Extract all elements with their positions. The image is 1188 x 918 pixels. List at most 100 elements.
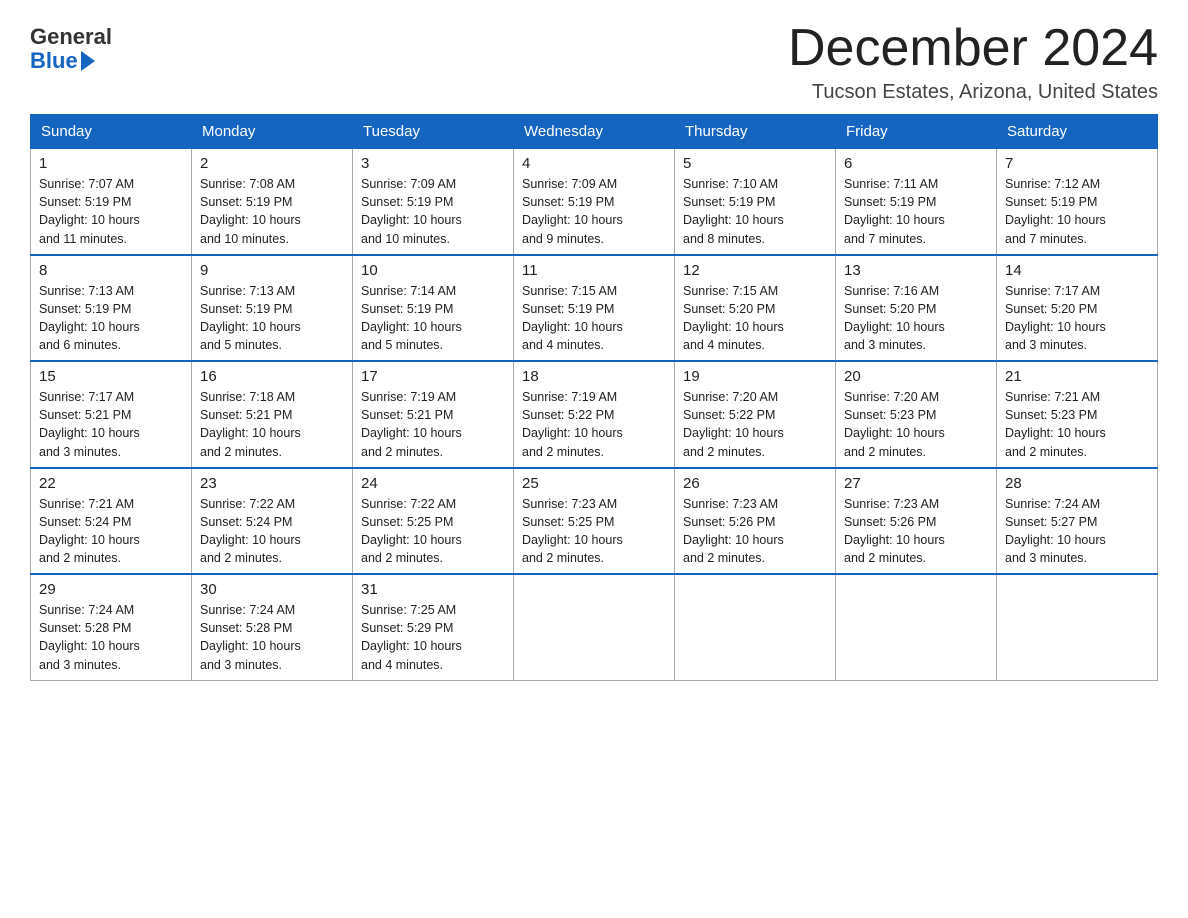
day-number: 10 (361, 262, 505, 279)
day-info: Sunrise: 7:23 AM Sunset: 5:26 PM Dayligh… (844, 495, 988, 568)
calendar-cell: 31 Sunrise: 7:25 AM Sunset: 5:29 PM Dayli… (353, 574, 514, 680)
day-number: 5 (683, 155, 827, 172)
calendar-week-row: 29 Sunrise: 7:24 AM Sunset: 5:28 PM Dayli… (31, 574, 1158, 680)
location-subtitle: Tucson Estates, Arizona, United States (788, 81, 1158, 104)
day-info: Sunrise: 7:22 AM Sunset: 5:25 PM Dayligh… (361, 495, 505, 568)
day-info: Sunrise: 7:13 AM Sunset: 5:19 PM Dayligh… (200, 282, 344, 355)
title-area: December 2024 Tucson Estates, Arizona, U… (788, 20, 1158, 104)
day-number: 1 (39, 155, 183, 172)
day-number: 23 (200, 475, 344, 492)
day-number: 22 (39, 475, 183, 492)
calendar-cell: 26 Sunrise: 7:23 AM Sunset: 5:26 PM Dayli… (675, 468, 836, 575)
weekday-header-tuesday: Tuesday (353, 115, 514, 149)
calendar-cell: 23 Sunrise: 7:22 AM Sunset: 5:24 PM Dayli… (192, 468, 353, 575)
weekday-header-monday: Monday (192, 115, 353, 149)
day-info: Sunrise: 7:23 AM Sunset: 5:25 PM Dayligh… (522, 495, 666, 568)
day-info: Sunrise: 7:21 AM Sunset: 5:23 PM Dayligh… (1005, 388, 1149, 461)
day-number: 28 (1005, 475, 1149, 492)
weekday-header-friday: Friday (836, 115, 997, 149)
day-info: Sunrise: 7:21 AM Sunset: 5:24 PM Dayligh… (39, 495, 183, 568)
calendar-week-row: 1 Sunrise: 7:07 AM Sunset: 5:19 PM Daylig… (31, 149, 1158, 255)
day-number: 11 (522, 262, 666, 279)
calendar-cell: 11Sunrise: 7:15 AM Sunset: 5:19 PM Dayli… (514, 255, 675, 362)
calendar-cell: 20Sunrise: 7:20 AM Sunset: 5:23 PM Dayli… (836, 361, 997, 468)
day-info: Sunrise: 7:16 AM Sunset: 5:20 PM Dayligh… (844, 282, 988, 355)
calendar-cell: 1 Sunrise: 7:07 AM Sunset: 5:19 PM Daylig… (31, 149, 192, 255)
day-number: 4 (522, 155, 666, 172)
day-number: 30 (200, 581, 344, 598)
day-info: Sunrise: 7:17 AM Sunset: 5:21 PM Dayligh… (39, 388, 183, 461)
logo-blue-text: Blue (30, 49, 95, 73)
calendar-table: SundayMondayTuesdayWednesdayThursdayFrid… (30, 114, 1158, 681)
day-number: 21 (1005, 368, 1149, 385)
day-info: Sunrise: 7:24 AM Sunset: 5:27 PM Dayligh… (1005, 495, 1149, 568)
weekday-header-thursday: Thursday (675, 115, 836, 149)
day-info: Sunrise: 7:09 AM Sunset: 5:19 PM Dayligh… (361, 175, 505, 248)
calendar-cell (997, 574, 1158, 680)
calendar-cell: 27Sunrise: 7:23 AM Sunset: 5:26 PM Dayli… (836, 468, 997, 575)
day-info: Sunrise: 7:22 AM Sunset: 5:24 PM Dayligh… (200, 495, 344, 568)
calendar-cell (836, 574, 997, 680)
day-info: Sunrise: 7:14 AM Sunset: 5:19 PM Dayligh… (361, 282, 505, 355)
calendar-cell: 17 Sunrise: 7:19 AM Sunset: 5:21 PM Dayli… (353, 361, 514, 468)
day-info: Sunrise: 7:24 AM Sunset: 5:28 PM Dayligh… (39, 601, 183, 674)
calendar-cell: 12 Sunrise: 7:15 AM Sunset: 5:20 PM Dayli… (675, 255, 836, 362)
day-info: Sunrise: 7:20 AM Sunset: 5:22 PM Dayligh… (683, 388, 827, 461)
day-info: Sunrise: 7:09 AM Sunset: 5:19 PM Dayligh… (522, 175, 666, 248)
day-number: 3 (361, 155, 505, 172)
calendar-cell: 21 Sunrise: 7:21 AM Sunset: 5:23 PM Dayli… (997, 361, 1158, 468)
day-number: 14 (1005, 262, 1149, 279)
day-info: Sunrise: 7:25 AM Sunset: 5:29 PM Dayligh… (361, 601, 505, 674)
day-info: Sunrise: 7:19 AM Sunset: 5:22 PM Dayligh… (522, 388, 666, 461)
day-number: 8 (39, 262, 183, 279)
logo-general-text: General (30, 25, 112, 49)
day-number: 19 (683, 368, 827, 385)
day-number: 25 (522, 475, 666, 492)
calendar-cell: 18 Sunrise: 7:19 AM Sunset: 5:22 PM Dayli… (514, 361, 675, 468)
calendar-week-row: 15Sunrise: 7:17 AM Sunset: 5:21 PM Dayli… (31, 361, 1158, 468)
weekday-header-row: SundayMondayTuesdayWednesdayThursdayFrid… (31, 115, 1158, 149)
day-number: 29 (39, 581, 183, 598)
day-number: 13 (844, 262, 988, 279)
calendar-cell (675, 574, 836, 680)
calendar-cell: 10 Sunrise: 7:14 AM Sunset: 5:19 PM Dayli… (353, 255, 514, 362)
calendar-cell: 13 Sunrise: 7:16 AM Sunset: 5:20 PM Dayli… (836, 255, 997, 362)
calendar-week-row: 8 Sunrise: 7:13 AM Sunset: 5:19 PM Daylig… (31, 255, 1158, 362)
header: General Blue December 2024 Tucson Estate… (30, 20, 1158, 104)
day-info: Sunrise: 7:15 AM Sunset: 5:20 PM Dayligh… (683, 282, 827, 355)
day-info: Sunrise: 7:24 AM Sunset: 5:28 PM Dayligh… (200, 601, 344, 674)
calendar-cell: 14 Sunrise: 7:17 AM Sunset: 5:20 PM Dayli… (997, 255, 1158, 362)
day-info: Sunrise: 7:10 AM Sunset: 5:19 PM Dayligh… (683, 175, 827, 248)
calendar-cell: 15Sunrise: 7:17 AM Sunset: 5:21 PM Dayli… (31, 361, 192, 468)
day-info: Sunrise: 7:19 AM Sunset: 5:21 PM Dayligh… (361, 388, 505, 461)
logo-triangle-icon (81, 51, 95, 71)
calendar-cell: 8Sunrise: 7:13 AM Sunset: 5:19 PM Daylig… (31, 255, 192, 362)
day-info: Sunrise: 7:23 AM Sunset: 5:26 PM Dayligh… (683, 495, 827, 568)
calendar-cell: 30 Sunrise: 7:24 AM Sunset: 5:28 PM Dayli… (192, 574, 353, 680)
day-info: Sunrise: 7:17 AM Sunset: 5:20 PM Dayligh… (1005, 282, 1149, 355)
day-info: Sunrise: 7:07 AM Sunset: 5:19 PM Dayligh… (39, 175, 183, 248)
weekday-header-saturday: Saturday (997, 115, 1158, 149)
calendar-week-row: 22 Sunrise: 7:21 AM Sunset: 5:24 PM Dayli… (31, 468, 1158, 575)
calendar-cell: 16 Sunrise: 7:18 AM Sunset: 5:21 PM Dayli… (192, 361, 353, 468)
calendar-cell: 7 Sunrise: 7:12 AM Sunset: 5:19 PM Daylig… (997, 149, 1158, 255)
day-number: 17 (361, 368, 505, 385)
weekday-header-sunday: Sunday (31, 115, 192, 149)
day-info: Sunrise: 7:18 AM Sunset: 5:21 PM Dayligh… (200, 388, 344, 461)
day-number: 20 (844, 368, 988, 385)
calendar-cell: 3 Sunrise: 7:09 AM Sunset: 5:19 PM Daylig… (353, 149, 514, 255)
day-number: 7 (1005, 155, 1149, 172)
day-number: 16 (200, 368, 344, 385)
calendar-cell: 9Sunrise: 7:13 AM Sunset: 5:19 PM Daylig… (192, 255, 353, 362)
calendar-cell: 19 Sunrise: 7:20 AM Sunset: 5:22 PM Dayli… (675, 361, 836, 468)
calendar-cell: 6Sunrise: 7:11 AM Sunset: 5:19 PM Daylig… (836, 149, 997, 255)
logo: General Blue (30, 20, 112, 73)
calendar-cell: 22 Sunrise: 7:21 AM Sunset: 5:24 PM Dayli… (31, 468, 192, 575)
day-number: 18 (522, 368, 666, 385)
day-number: 31 (361, 581, 505, 598)
day-number: 26 (683, 475, 827, 492)
day-info: Sunrise: 7:12 AM Sunset: 5:19 PM Dayligh… (1005, 175, 1149, 248)
day-number: 12 (683, 262, 827, 279)
day-info: Sunrise: 7:08 AM Sunset: 5:19 PM Dayligh… (200, 175, 344, 248)
month-year-title: December 2024 (788, 20, 1158, 77)
